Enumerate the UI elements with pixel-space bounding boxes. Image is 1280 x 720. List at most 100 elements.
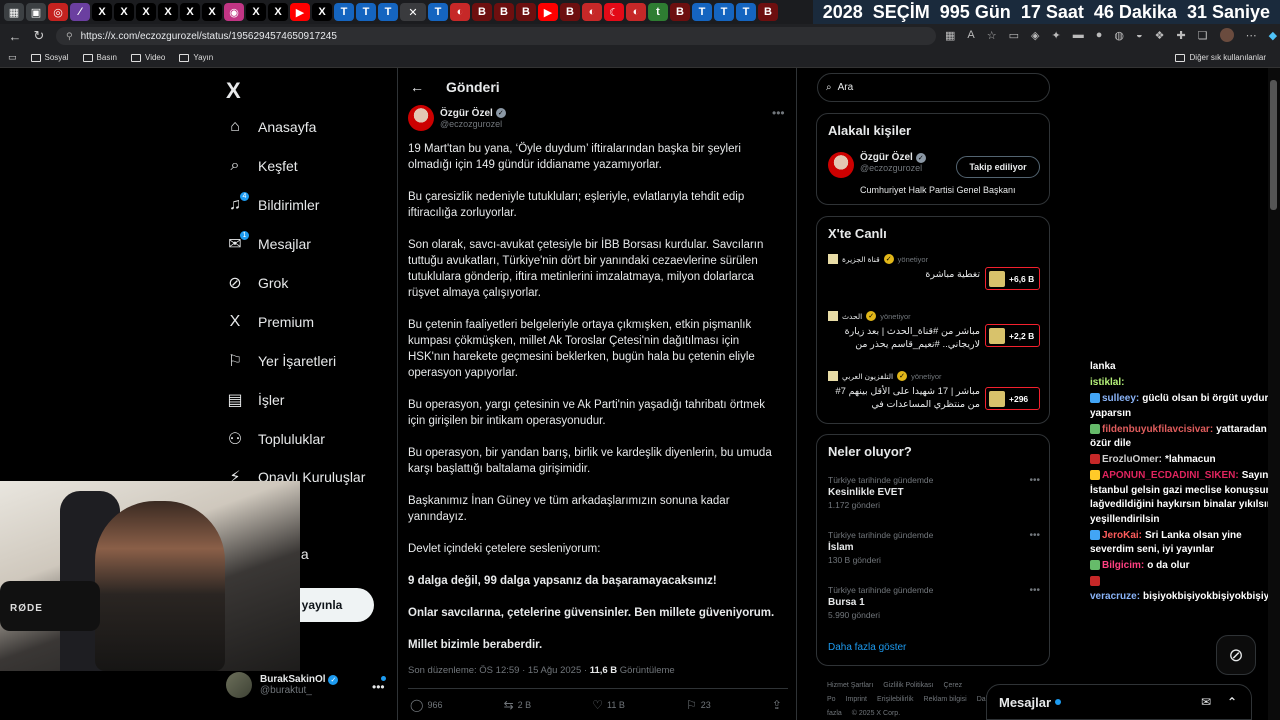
- scrollbar[interactable]: [1268, 68, 1280, 720]
- bookmark-folder-video[interactable]: Video: [131, 53, 165, 62]
- browser-tab[interactable]: X: [268, 3, 288, 21]
- footer-link[interactable]: Reklam bilgisi: [924, 696, 967, 703]
- menu-icon[interactable]: ⋯: [1246, 29, 1257, 42]
- favorite-star-icon[interactable]: ☆: [987, 29, 997, 42]
- nav-item-messages[interactable]: ✉ 1 Mesajlar: [226, 225, 365, 264]
- bookmark-folder-basin[interactable]: Basın: [82, 53, 117, 62]
- url-field[interactable]: ⚲ https://x.com/eczozgurozel/status/1956…: [56, 27, 936, 45]
- extension-icon[interactable]: ●: [1096, 29, 1103, 41]
- bookmark-folder-sosyal[interactable]: Sosyal: [30, 53, 69, 62]
- reload-icon[interactable]: ↻: [32, 28, 46, 44]
- read-aloud-icon[interactable]: A: [967, 29, 974, 41]
- browser-tab[interactable]: T: [378, 3, 398, 21]
- new-message-icon[interactable]: ✉: [1201, 695, 1211, 709]
- nav-item-explore[interactable]: ⌕ Keşfet: [226, 147, 365, 186]
- account-more-icon[interactable]: •••: [372, 680, 385, 694]
- footer-link[interactable]: Imprint: [846, 696, 867, 703]
- extension-icon[interactable]: ◈: [1031, 29, 1039, 42]
- live-broadcast[interactable]: التلفزيون العربي ✓ yönetiyor مباشر | 17 شهي…: [828, 371, 1040, 421]
- browser-tab[interactable]: X: [158, 3, 178, 21]
- browser-tab[interactable]: ▶: [538, 3, 558, 21]
- post-author[interactable]: Özgür Özel ✓ @eczozgurozel: [408, 105, 506, 131]
- browser-tab[interactable]: X: [180, 3, 200, 21]
- collections-icon[interactable]: ❏: [1198, 29, 1208, 42]
- nav-item-bookmarks[interactable]: ⚐ Yer İşaretleri: [226, 341, 365, 380]
- author-name[interactable]: Özgür Özel: [440, 108, 493, 119]
- back-arrow-icon[interactable]: ←: [410, 79, 424, 95]
- bookmark-button[interactable]: ⚐ 23: [686, 698, 711, 712]
- chevron-up-icon[interactable]: ⌃: [1227, 695, 1237, 709]
- show-more-link[interactable]: Daha fazla göster: [828, 642, 906, 653]
- browser-tab[interactable]: T: [428, 3, 448, 21]
- messages-drawer[interactable]: Mesajlar ✉ ⌃: [986, 684, 1252, 720]
- footer-link[interactable]: Gizlilik Politikası: [883, 682, 933, 689]
- browser-tab[interactable]: X: [246, 3, 266, 21]
- browser-tab[interactable]: ◐: [626, 3, 646, 21]
- x-logo[interactable]: X: [226, 78, 241, 104]
- browser-tab[interactable]: ☾: [604, 3, 624, 21]
- scrollbar-thumb[interactable]: [1270, 80, 1277, 210]
- live-broadcast[interactable]: قناة الجزيرة ✓ yönetiyor تغطية مباشرة +6,6 B: [828, 254, 1040, 304]
- browser-tab[interactable]: T: [692, 3, 712, 21]
- live-broadcast[interactable]: الحدث ✓ yönetiyor مباشر من #قناة_الحدث | بع…: [828, 311, 1040, 361]
- extension-icon[interactable]: ▬: [1073, 29, 1084, 41]
- browser-tab[interactable]: T: [714, 3, 734, 21]
- browser-tab[interactable]: T: [334, 3, 354, 21]
- browser-tab[interactable]: ◐: [450, 3, 470, 21]
- author-avatar[interactable]: [408, 105, 434, 131]
- browser-tab[interactable]: ▣: [26, 3, 46, 21]
- trend-more-icon[interactable]: •••: [1029, 530, 1040, 541]
- extension-icon[interactable]: ◍: [1114, 29, 1124, 42]
- trend-item[interactable]: Türkiye tarihinde gündemde İslam 130 B gön…: [828, 530, 1040, 565]
- extension-icon[interactable]: ✦: [1052, 29, 1061, 42]
- nav-item-premium[interactable]: X Premium: [226, 302, 365, 341]
- repost-button[interactable]: ⇆ 2 B: [504, 698, 532, 712]
- browser-tab[interactable]: B: [494, 3, 514, 21]
- nav-item-jobs[interactable]: ▤ İşler: [226, 380, 365, 419]
- footer-link[interactable]: © 2025 X Corp.: [852, 710, 900, 717]
- bookmark-icon[interactable]: ▭: [8, 52, 17, 63]
- profile-avatar[interactable]: [1219, 28, 1234, 42]
- footer-link[interactable]: Erişilebilirlik: [877, 696, 914, 703]
- copilot-icon[interactable]: ◆: [1269, 29, 1277, 42]
- active-tab[interactable]: ✕: [400, 3, 426, 21]
- post-more-icon[interactable]: •••: [772, 106, 785, 120]
- share-button[interactable]: ⇪: [772, 698, 782, 712]
- site-info-icon[interactable]: ⚲: [66, 31, 73, 42]
- account-switcher[interactable]: BurakSakinOl ✓ @buraktut_: [226, 672, 339, 698]
- nav-item-notifications[interactable]: ♫ 4 Bildirimler: [226, 186, 365, 225]
- related-person[interactable]: Özgür Özel ✓ @eczozgurozel: [828, 152, 926, 178]
- grok-icon[interactable]: ⊘: [1216, 635, 1256, 675]
- trend-item[interactable]: Türkiye tarihinde gündemde Kesinlikle EVE…: [828, 475, 1040, 510]
- reply-button[interactable]: ◯ 966: [410, 698, 442, 712]
- apps-icon[interactable]: ▦: [945, 29, 955, 42]
- search-input[interactable]: ⌕ Ara: [817, 73, 1050, 102]
- browser-tab[interactable]: ▶: [290, 3, 310, 21]
- browser-tab[interactable]: X: [136, 3, 156, 21]
- browser-tab[interactable]: t: [648, 3, 668, 21]
- nav-item-grok[interactable]: ⊘ Grok: [226, 264, 365, 303]
- trend-item[interactable]: Türkiye tarihinde gündemde Bursa 1 5.990 g…: [828, 585, 1040, 620]
- following-button[interactable]: Takip ediliyor: [956, 156, 1040, 178]
- extension-icon[interactable]: ◒: [1136, 29, 1143, 41]
- like-button[interactable]: ♡ 11 B: [592, 698, 625, 712]
- browser-tab[interactable]: ◎: [48, 3, 68, 21]
- browser-tab[interactable]: B: [516, 3, 536, 21]
- browser-tab[interactable]: X: [92, 3, 112, 21]
- browser-tab[interactable]: T: [736, 3, 756, 21]
- browser-tab[interactable]: B: [670, 3, 690, 21]
- trend-more-icon[interactable]: •••: [1029, 475, 1040, 486]
- other-bookmarks[interactable]: Diğer sık kullanılanlar: [1174, 53, 1266, 62]
- browser-tab[interactable]: ⁄: [70, 3, 90, 21]
- browser-tab[interactable]: B: [560, 3, 580, 21]
- browser-tab[interactable]: B: [758, 3, 778, 21]
- trend-more-icon[interactable]: •••: [1029, 585, 1040, 596]
- browser-tab[interactable]: B: [472, 3, 492, 21]
- nav-item-communities[interactable]: ⚇ Topluluklar: [226, 419, 365, 458]
- browser-tab[interactable]: ◉: [224, 3, 244, 21]
- back-icon[interactable]: ←: [8, 29, 22, 44]
- browser-tab[interactable]: T: [356, 3, 376, 21]
- bookmark-folder-yayin[interactable]: Yayın: [179, 53, 213, 62]
- browser-tab[interactable]: X: [312, 3, 332, 21]
- browser-tab[interactable]: ◐: [582, 3, 602, 21]
